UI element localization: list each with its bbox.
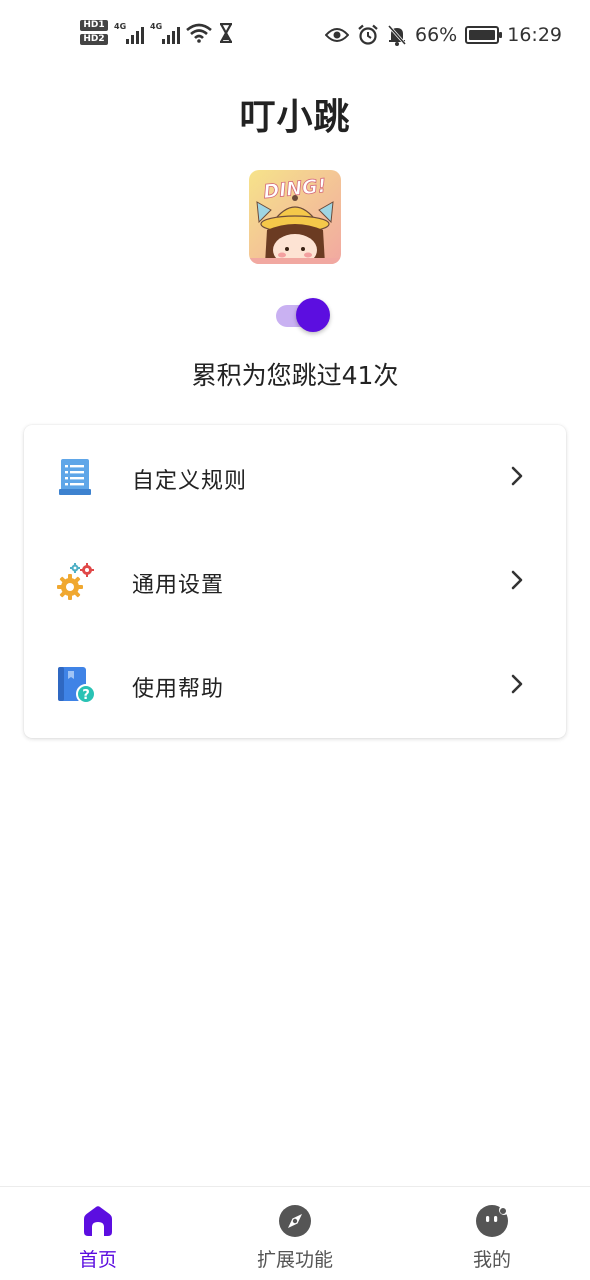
nav-item-label: 首页 — [78, 1249, 117, 1271]
hd-indicators: HD1 HD2 — [80, 20, 108, 45]
status-bar-left: HD1 HD2 4G 4G — [80, 20, 234, 45]
wifi-icon — [186, 23, 212, 43]
help-book-icon: ? — [58, 667, 96, 704]
gears-icon — [57, 563, 94, 600]
service-toggle[interactable] — [276, 298, 330, 334]
battery-percent: 66% — [415, 24, 458, 46]
nav-item-home[interactable]: 首页 — [0, 1187, 196, 1280]
sim2-signal-icon: 4G — [150, 22, 180, 44]
nav-item-label: 我的 — [472, 1249, 511, 1271]
hd2-badge: HD2 — [80, 34, 108, 45]
sim1-signal-icon: 4G — [114, 22, 144, 44]
compass-icon — [279, 1205, 311, 1237]
menu-item-custom-rules[interactable]: 自定义规则 — [24, 425, 566, 529]
chevron-right-icon — [511, 570, 523, 590]
menu-item-label: 使用帮助 — [132, 677, 225, 702]
eye-icon — [325, 28, 349, 42]
sim1-network-label: 4G — [114, 21, 127, 31]
svg-text:?: ? — [82, 688, 90, 703]
hourglass-icon — [220, 22, 232, 43]
chevron-right-icon — [511, 674, 523, 694]
alarm-icon — [358, 24, 378, 45]
sim2-network-label: 4G — [150, 21, 163, 31]
skip-count-text: 累积为您跳过41次 — [191, 361, 399, 390]
home-icon — [84, 1206, 112, 1236]
menu-card: 自定义规则 通用设置 ? 使用帮助 — [24, 425, 566, 738]
bell-off-icon — [387, 25, 407, 46]
menu-item-label: 通用设置 — [132, 573, 225, 598]
menu-item-help[interactable]: ? 使用帮助 — [24, 633, 566, 737]
app-logo-illustration: DING! — [249, 170, 341, 264]
status-time: 16:29 — [507, 24, 562, 46]
nav-item-label: 扩展功能 — [256, 1249, 333, 1271]
menu-item-label: 自定义规则 — [132, 469, 248, 494]
bottom-nav: 首页 扩展功能 我的 — [0, 1186, 590, 1280]
document-list-icon — [59, 459, 91, 495]
chevron-right-icon — [511, 466, 523, 486]
status-bar: HD1 HD2 4G 4G 66% 16:29 — [0, 0, 590, 72]
app-title: 叮小跳 — [239, 97, 351, 138]
menu-item-general-settings[interactable]: 通用设置 — [24, 529, 566, 633]
nav-item-mine[interactable]: 我的 — [394, 1187, 590, 1280]
nav-item-extensions[interactable]: 扩展功能 — [197, 1187, 393, 1280]
app-logo: DING! — [249, 170, 341, 264]
status-bar-right: 66% 16:29 — [325, 24, 562, 46]
battery-icon — [465, 26, 503, 44]
toggle-knob — [296, 298, 330, 332]
profile-face-icon — [476, 1205, 509, 1237]
hd1-badge: HD1 — [80, 20, 108, 31]
